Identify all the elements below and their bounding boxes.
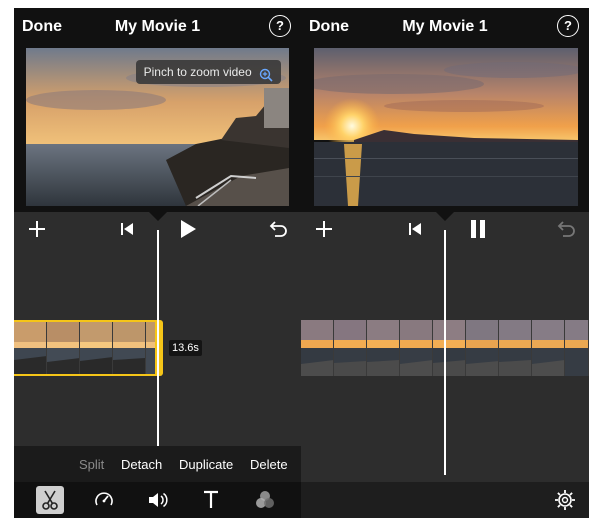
video-frame-sunset bbox=[314, 48, 578, 206]
title-text-icon[interactable] bbox=[197, 486, 225, 514]
playhead-line bbox=[444, 230, 446, 475]
plus-icon[interactable] bbox=[313, 218, 335, 245]
clip-thumbnail bbox=[433, 320, 466, 376]
zoom-in-icon bbox=[259, 66, 273, 82]
clip-thumbnail bbox=[400, 320, 433, 376]
undo-icon[interactable] bbox=[269, 219, 289, 244]
play-icon[interactable] bbox=[178, 219, 198, 244]
gear-icon[interactable] bbox=[551, 486, 579, 514]
pause-icon[interactable] bbox=[468, 219, 488, 244]
clip-actions-bar: Split Detach Duplicate Delete bbox=[14, 446, 301, 482]
detach-button[interactable]: Detach bbox=[121, 457, 162, 472]
top-bar: Done My Movie 1 ? bbox=[14, 8, 301, 46]
clip-thumbnail bbox=[301, 320, 334, 376]
help-button[interactable]: ? bbox=[557, 15, 579, 37]
right-editor-panel: Done My Movie 1 ? bbox=[301, 8, 589, 518]
skip-back-icon[interactable] bbox=[120, 222, 134, 241]
project-title: My Movie 1 bbox=[114, 18, 201, 35]
clip-thumbnail bbox=[334, 320, 367, 376]
undo-icon[interactable] bbox=[557, 219, 577, 244]
video-viewer: Pinch to zoom video bbox=[14, 46, 301, 212]
pinch-zoom-hint-text: Pinch to zoom video bbox=[143, 65, 252, 79]
pinch-zoom-hint: Pinch to zoom video bbox=[135, 60, 281, 84]
clip-thumbnail bbox=[532, 320, 565, 376]
skip-back-icon[interactable] bbox=[408, 222, 422, 241]
filters-icon[interactable] bbox=[251, 486, 279, 514]
help-button[interactable]: ? bbox=[269, 15, 291, 37]
settings-bar bbox=[301, 482, 589, 518]
scissors-icon[interactable] bbox=[36, 486, 64, 514]
speed-gauge-icon[interactable] bbox=[90, 486, 118, 514]
clip-selection-border bbox=[14, 320, 158, 376]
video-preview[interactable]: Pinch to zoom video bbox=[26, 48, 289, 206]
clip-duration-label: 13.6s bbox=[169, 340, 202, 356]
duplicate-button[interactable]: Duplicate bbox=[179, 457, 233, 472]
project-title: My Movie 1 bbox=[402, 18, 488, 35]
clip-thumbnail bbox=[466, 320, 499, 376]
volume-icon[interactable] bbox=[143, 486, 171, 514]
clip-thumbnail bbox=[367, 320, 400, 376]
delete-button[interactable]: Delete bbox=[250, 457, 288, 472]
video-viewer bbox=[301, 46, 589, 212]
plus-icon[interactable] bbox=[26, 218, 48, 245]
video-preview[interactable] bbox=[314, 48, 578, 206]
playhead-line bbox=[157, 230, 159, 453]
inspector-toolbar bbox=[14, 482, 301, 518]
clip-thumbnail bbox=[499, 320, 532, 376]
left-editor-panel: Done My Movie 1 ? Pinch to zoom video 13… bbox=[14, 8, 301, 518]
top-bar: Done My Movie 1 ? bbox=[301, 8, 589, 46]
clip-thumbnail bbox=[565, 320, 589, 376]
split-button[interactable]: Split bbox=[79, 457, 104, 472]
